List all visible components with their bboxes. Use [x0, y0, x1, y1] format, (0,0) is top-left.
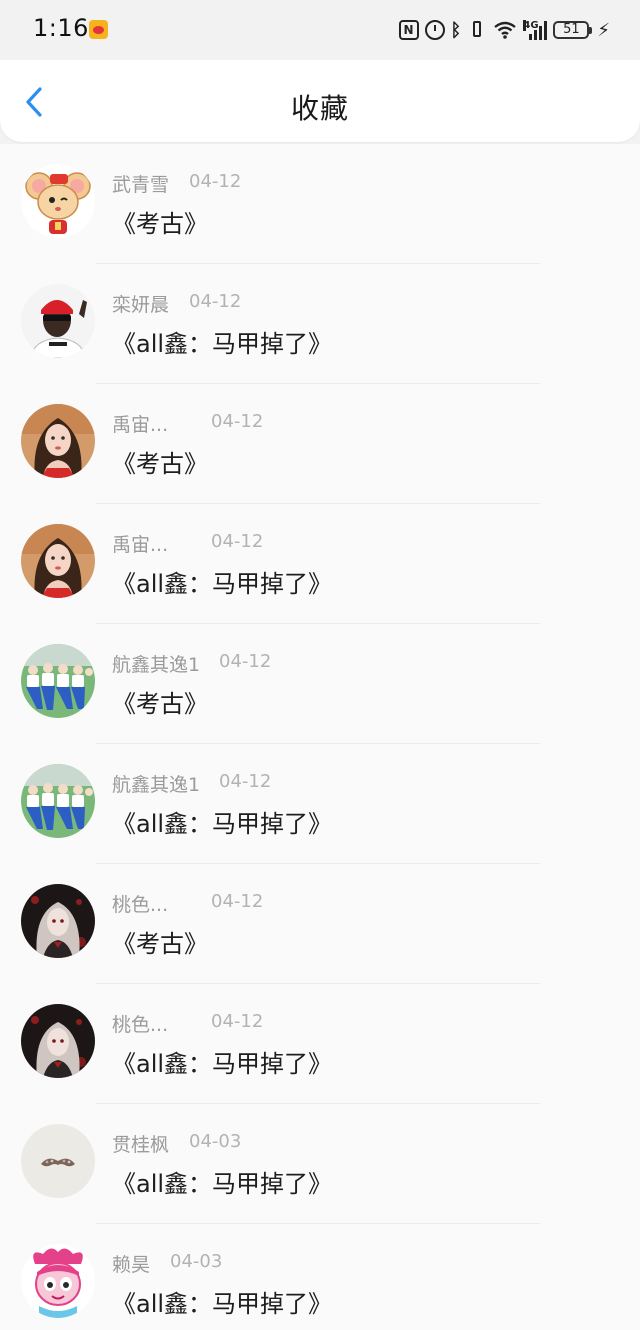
status-bar: 1:16 N ᛒ 4G 51 ⚡	[0, 0, 640, 60]
favorite-user-name: 航鑫其逸1	[112, 654, 201, 676]
woman-portrait-avatar[interactable]	[21, 524, 95, 598]
network-type: 4G	[523, 20, 539, 31]
favorite-user-name: 武青雪	[112, 174, 170, 196]
favorite-title: 《考古》	[112, 450, 208, 478]
favorite-date: 04-12	[211, 891, 264, 912]
favorite-title: 《all鑫：马甲掉了》	[112, 1050, 333, 1078]
favorite-user-name: 桃色...	[112, 1014, 169, 1036]
cartoon-mouse-avatar[interactable]	[21, 164, 95, 238]
woman-portrait-avatar[interactable]	[21, 404, 95, 478]
wifi-icon	[493, 20, 517, 40]
favorite-title: 《考古》	[112, 930, 208, 958]
status-time: 1:16	[33, 14, 89, 42]
pink-cartoon-avatar[interactable]	[21, 1244, 95, 1318]
group-photo-avatar[interactable]	[21, 644, 95, 718]
favorite-date: 04-12	[211, 1011, 264, 1032]
favorite-item[interactable]: 桃色... 04-12 《all鑫：马甲掉了》	[0, 984, 640, 1104]
favorite-item[interactable]: 贯桂枫 04-03 《all鑫：马甲掉了》	[0, 1104, 640, 1224]
favorite-user-name: 赖昊	[112, 1254, 151, 1276]
charging-icon: ⚡	[597, 19, 610, 41]
favorite-user-name: 贯桂枫	[112, 1134, 170, 1156]
status-icons: N ᛒ 4G 51 ⚡	[398, 15, 610, 45]
favorite-item[interactable]: 武青雪 04-12 《考古》	[0, 144, 640, 264]
favorite-date: 04-12	[211, 411, 264, 432]
favorite-date: 04-12	[211, 531, 264, 552]
group-photo-avatar[interactable]	[21, 764, 95, 838]
page-title: 收藏	[290, 92, 349, 125]
favorite-date: 04-12	[189, 291, 242, 312]
page-header: 收藏	[0, 60, 640, 142]
favorite-date: 04-12	[189, 171, 242, 192]
favorite-title: 《all鑫：马甲掉了》	[112, 1170, 333, 1198]
favorite-user-name: 禹宙...	[112, 534, 169, 556]
favorite-title: 《all鑫：马甲掉了》	[112, 810, 333, 838]
favorite-date: 04-03	[189, 1131, 242, 1152]
favorite-item[interactable]: 栾妍晨 04-12 《all鑫：马甲掉了》	[0, 264, 640, 384]
favorite-item[interactable]: 禹宙... 04-12 《考古》	[0, 384, 640, 504]
favorite-title: 《all鑫：马甲掉了》	[112, 330, 333, 358]
favorite-user-name: 禹宙...	[112, 414, 169, 436]
favorite-title: 《all鑫：马甲掉了》	[112, 1290, 333, 1318]
favorite-item[interactable]: 赖昊 04-03 《all鑫：马甲掉了》	[0, 1224, 640, 1330]
vibrate-icon	[467, 20, 487, 40]
favorite-date: 04-12	[219, 651, 272, 672]
favorite-user-name: 航鑫其逸1	[112, 774, 201, 796]
dark-anime-avatar[interactable]	[21, 884, 95, 958]
favorite-title: 《考古》	[112, 690, 208, 718]
favorite-user-name: 栾妍晨	[112, 294, 170, 316]
favorites-list: 武青雪 04-12 《考古》 栾妍晨 04-12 《all鑫：马甲掉了》 禹宙... 04-1…	[0, 144, 640, 1330]
battery-indicator: 51	[553, 21, 593, 39]
favorite-date: 04-12	[219, 771, 272, 792]
alarm-icon	[424, 20, 445, 40]
favorite-date: 04-03	[170, 1251, 223, 1272]
favorite-user-name: 桃色...	[112, 894, 169, 916]
favorite-item[interactable]: 桃色... 04-12 《考古》	[0, 864, 640, 984]
bluetooth-icon: ᛒ	[450, 19, 462, 41]
nfc-icon: N	[398, 20, 419, 40]
dark-anime-avatar[interactable]	[21, 1004, 95, 1078]
cellular-signal-icon: 4G	[523, 20, 548, 40]
favorite-title: 《all鑫：马甲掉了》	[112, 570, 333, 598]
favorite-item[interactable]: 禹宙... 04-12 《all鑫：马甲掉了》	[0, 504, 640, 624]
favorite-item[interactable]: 航鑫其逸1 04-12 《考古》	[0, 624, 640, 744]
weibo-notification-icon	[89, 20, 108, 39]
favorite-title: 《考古》	[112, 210, 208, 238]
mustache-avatar[interactable]	[21, 1124, 95, 1198]
favorite-item[interactable]: 航鑫其逸1 04-12 《all鑫：马甲掉了》	[0, 744, 640, 864]
man-red-beanie-avatar[interactable]	[21, 284, 95, 358]
